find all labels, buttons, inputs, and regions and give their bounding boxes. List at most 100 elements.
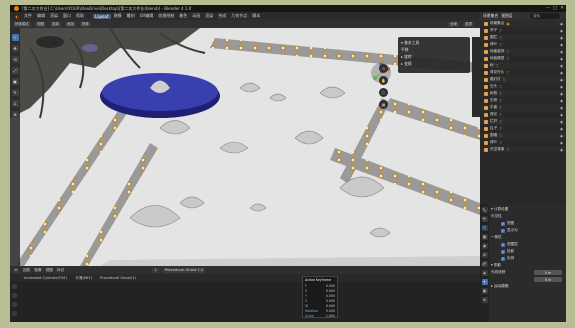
visibility-eye-icon[interactable]: ◉ (560, 57, 563, 61)
popup-row-value[interactable]: 0.000 (326, 304, 335, 308)
visibility-eye-icon[interactable]: ◉ (560, 106, 563, 110)
popup-row-value[interactable]: 0.000 (326, 289, 335, 293)
select-tool-icon[interactable]: ↖ (11, 34, 19, 41)
popup-row[interactable]: Scale 1.000 (305, 313, 335, 318)
property-checkbox[interactable]: ✓ (501, 221, 505, 226)
outliner-row[interactable]: 亭子 ▽ ◉ (480, 27, 566, 34)
visibility-eye-icon[interactable]: ◉ (560, 92, 563, 96)
menu-render[interactable]: 渲染 (48, 13, 61, 19)
property-checkbox[interactable]: ✓ (501, 249, 505, 254)
annotate-tool-icon[interactable]: ✎ (11, 89, 19, 96)
outliner-row[interactable]: 栏杆 ▽ ◉ (480, 118, 566, 125)
menu-help[interactable]: 帮助 (74, 13, 87, 19)
popup-row-value[interactable]: 0.000 (326, 299, 335, 303)
property-value-field[interactable]: 0 m (534, 277, 562, 282)
transform-orientation-dropdown[interactable]: 全局 (448, 21, 459, 27)
workspace-tab-rendering[interactable]: 渲染 (203, 13, 216, 19)
workspace-tab-animation[interactable]: 动画 (190, 13, 203, 19)
visibility-eye-icon[interactable]: ◉ (560, 78, 563, 82)
sidebar-vertical-tabs[interactable] (472, 37, 480, 117)
timeline-side-button[interactable] (12, 284, 17, 289)
timeline-side-button[interactable] (12, 302, 17, 307)
workspace-tab-sculpting[interactable]: 雕刻 (124, 13, 137, 19)
properties-tab-icon[interactable]: ✦ (481, 279, 488, 285)
properties-tab-icon[interactable]: ▣ (481, 288, 488, 294)
options-dropdown[interactable]: 选项 (463, 21, 474, 27)
properties-tab-icon[interactable]: ⊕ (481, 297, 488, 303)
properties-tab-icon[interactable]: 🔧 (481, 207, 488, 213)
object-menu[interactable]: 物体 (80, 21, 91, 27)
select-menu[interactable]: 选择 (50, 21, 61, 27)
zoom-icon[interactable]: ⊙ (379, 64, 388, 73)
visibility-eye-icon[interactable]: ◉ (560, 127, 563, 131)
strip-item[interactable]: 平滑(Mt1) (75, 276, 92, 281)
mode-dropdown[interactable]: 物体模式 (13, 21, 31, 27)
outliner-search-input[interactable]: 搜索 (530, 13, 560, 19)
timeline-side-button[interactable] (12, 293, 17, 298)
outliner-row[interactable]: 树枝 ▽ ◉ (480, 90, 566, 97)
property-checkbox[interactable]: ✓ (501, 256, 505, 261)
popup-row-value[interactable]: 1.000 (326, 314, 335, 318)
npanel-row[interactable]: ▸ 旋转 (401, 53, 467, 60)
visibility-eye-icon[interactable]: ◉ (560, 29, 563, 33)
outliner-row[interactable]: 天空背景 ▽ ◉ (480, 146, 566, 153)
outliner-header-scene[interactable]: 场景集合 (483, 13, 498, 19)
add-menu[interactable]: 添加 (65, 21, 76, 27)
outliner-row[interactable]: 路灯灯 ▽ ◉ (480, 76, 566, 83)
outliner-row[interactable]: 荷叶 ▽ ◉ (480, 139, 566, 146)
menu-file[interactable]: 文件 (22, 13, 35, 19)
visibility-eye-icon[interactable]: ◉ (560, 134, 563, 138)
workspace-tab-shading[interactable]: 着色 (177, 13, 190, 19)
maximize-button[interactable]: □ (553, 6, 557, 11)
outliner-row[interactable]: 树 ▽ ◉ (480, 62, 566, 69)
visibility-eye-icon[interactable]: ◉ (560, 113, 563, 117)
outliner-row[interactable]: 莲花 ▽ ◉ (480, 111, 566, 118)
visibility-eye-icon[interactable]: ◉ (560, 141, 563, 145)
visibility-eye-icon[interactable]: ◉ (560, 71, 563, 75)
property-checkbox[interactable]: ✓ (501, 228, 505, 233)
strip-item[interactable]: Procedural Ghost(1) (100, 276, 136, 280)
workspace-tab-layout[interactable]: Layout (92, 13, 112, 19)
popup-row-value[interactable]: 0.000 (326, 294, 335, 298)
visibility-eye-icon[interactable]: ◉ (560, 85, 563, 89)
close-button[interactable]: ✕ (560, 6, 564, 11)
view-menu[interactable]: 视图 (35, 21, 46, 27)
visibility-eye-icon[interactable]: ◉ (560, 148, 563, 152)
add-cube-tool-icon[interactable]: ⊕ (11, 111, 19, 118)
visibility-eye-icon[interactable]: ◉ (560, 64, 563, 68)
mode-field[interactable]: Procedural Ghost 1.0 (162, 267, 206, 273)
outliner-row[interactable]: 场景集合 ▣ ◉ (480, 20, 566, 27)
properties-tab-icon[interactable]: ◉ (481, 243, 488, 249)
outliner-row[interactable]: 石桥 ▽ ◉ (480, 97, 566, 104)
timeline-side-button[interactable] (12, 311, 17, 316)
properties-tab-icon[interactable]: ◈ (481, 270, 488, 276)
timeline-editor-type[interactable]: ▾ (13, 267, 19, 273)
outliner-row[interactable]: 石头 ▽ ◉ (480, 83, 566, 90)
timeline-menu-keying[interactable]: 抠像 (34, 268, 41, 273)
npanel-row[interactable]: 平移 (401, 46, 467, 53)
menu-window[interactable]: 窗口 (61, 13, 74, 19)
properties-tab-icon[interactable]: ▦ (481, 234, 488, 240)
workspace-tab-modeling[interactable]: 建模 (111, 13, 124, 19)
move-tool-icon[interactable]: ✥ (11, 45, 19, 52)
outliner-row[interactable]: 柱子 ▽ ◉ (480, 125, 566, 132)
popup-row-value[interactable]: 0.000 (326, 284, 335, 288)
visibility-eye-icon[interactable]: ◉ (560, 36, 563, 40)
minimize-button[interactable]: — (546, 6, 551, 11)
rotate-tool-icon[interactable]: ⟲ (11, 56, 19, 63)
workspace-tab-geometry-nodes[interactable]: 几何节点 (229, 13, 250, 19)
outliner-header-viewlayer[interactable]: 视图层 (501, 13, 512, 19)
outliner-row[interactable]: 荷花叶片 ▽ ◉ (480, 69, 566, 76)
measure-tool-icon[interactable]: ∠ (11, 100, 19, 107)
transform-tool-icon[interactable]: ▣ (11, 78, 19, 85)
properties-tab-icon[interactable]: 🔗 (481, 261, 488, 267)
timeline-menu-marker[interactable]: 标记 (57, 268, 64, 273)
blender-menu-icon[interactable]: ◐ (13, 14, 22, 19)
npanel-row[interactable]: ▸ 变换 (401, 60, 467, 67)
timeline-menu-view[interactable]: 视图 (46, 268, 53, 273)
camera-view-icon[interactable]: 🎥 (379, 88, 388, 97)
visibility-eye-icon[interactable]: ◉ (560, 50, 563, 54)
outliner-row[interactable]: 围墙 ▽ ◉ (480, 132, 566, 139)
properties-tab-icon[interactable]: 🌐 (481, 225, 488, 231)
scale-tool-icon[interactable]: ⤢ (11, 67, 19, 74)
